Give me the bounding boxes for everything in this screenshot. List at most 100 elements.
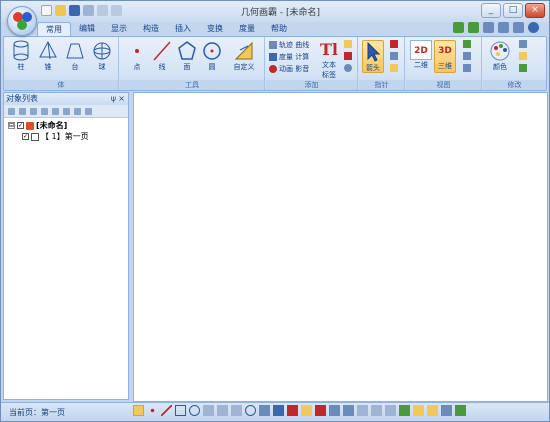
add-page-icon[interactable] <box>453 22 464 33</box>
line-icon[interactable] <box>161 405 172 416</box>
pointer-extra-3[interactable] <box>390 64 398 72</box>
add-item-icon[interactable] <box>52 107 59 115</box>
minimize-button[interactable]: _ <box>481 3 501 18</box>
axis-icon[interactable] <box>385 405 396 416</box>
delete-item-icon[interactable] <box>85 107 92 115</box>
refresh-icon[interactable] <box>399 405 410 416</box>
collapse-all-icon[interactable] <box>19 107 26 115</box>
view-extra-1[interactable] <box>463 40 471 48</box>
modify-extra-1[interactable] <box>519 40 527 48</box>
add-extra-3[interactable] <box>344 64 352 72</box>
pen-icon[interactable] <box>357 405 368 416</box>
view-extra-2[interactable] <box>463 52 471 60</box>
frustum-icon[interactable] <box>231 405 242 416</box>
tab-construct[interactable]: 构造 <box>135 22 167 36</box>
width-icon[interactable] <box>455 405 466 416</box>
collapse-icon[interactable]: ⊟ <box>8 122 15 129</box>
text-tool-icon[interactable] <box>287 405 298 416</box>
circle-icon[interactable] <box>189 405 200 416</box>
cylinder-icon[interactable] <box>217 405 228 416</box>
tab-common[interactable]: 常用 <box>37 22 71 36</box>
zoom-icon[interactable] <box>343 405 354 416</box>
pointer-extra-2[interactable] <box>390 52 398 60</box>
new-icon[interactable] <box>41 5 52 16</box>
delete-page-icon[interactable] <box>468 22 479 33</box>
view-extra-3[interactable] <box>463 64 471 72</box>
modify-extra-2[interactable] <box>519 52 527 60</box>
link-icon[interactable] <box>315 405 326 416</box>
polygon-button[interactable]: 面 <box>176 40 198 72</box>
options-icon[interactable] <box>513 22 524 33</box>
rotate-icon[interactable] <box>329 405 340 416</box>
tab-transform[interactable]: 变换 <box>199 22 231 36</box>
object-list-panel: 对象列表 ψ × ⊟ ✓ [未命名] ✓ 【 1】第一页 <box>3 92 129 400</box>
palette-icon[interactable] <box>413 405 424 416</box>
visibility-checkbox[interactable]: ✓ <box>17 122 24 129</box>
grid-icon[interactable] <box>371 405 382 416</box>
panel-close-button[interactable]: × <box>118 93 125 105</box>
print-icon[interactable] <box>83 5 94 16</box>
custom-tool-button[interactable]: 自定义 <box>230 40 258 72</box>
application-menu-button[interactable] <box>7 6 37 36</box>
point-icon <box>135 49 139 53</box>
tab-display[interactable]: 显示 <box>103 22 135 36</box>
save-icon[interactable] <box>69 5 80 16</box>
sphere-button[interactable]: 球 <box>91 40 113 72</box>
tree-node-document[interactable]: ⊟ ✓ [未命名] <box>8 120 124 131</box>
open-icon[interactable] <box>55 5 66 16</box>
pin-button[interactable]: ψ <box>111 93 116 105</box>
pentagon-icon[interactable] <box>175 405 186 416</box>
line-button[interactable]: 线 <box>151 40 173 72</box>
arrow-icon[interactable] <box>133 405 144 416</box>
measure-calc-button[interactable]: 度量 计算 <box>269 52 309 62</box>
pointer-extra-1[interactable] <box>390 40 398 48</box>
cone-icon[interactable] <box>203 405 214 416</box>
table-icon[interactable] <box>301 405 312 416</box>
close-button[interactable]: × <box>525 3 545 18</box>
object-tree: ⊟ ✓ [未命名] ✓ 【 1】第一页 <box>4 118 128 144</box>
view-3d-button[interactable]: 3D 三维 <box>434 40 456 73</box>
color-button[interactable]: 颜色 <box>487 40 513 72</box>
text-label-button[interactable]: Tl 文本 标签 <box>318 40 340 80</box>
style-icon[interactable] <box>441 405 452 416</box>
tab-edit[interactable]: 编辑 <box>71 22 103 36</box>
redo-icon[interactable] <box>111 5 122 16</box>
window-icon[interactable] <box>498 22 509 33</box>
tree-node-page[interactable]: ✓ 【 1】第一页 <box>8 131 124 142</box>
visibility-checkbox[interactable]: ✓ <box>22 133 29 140</box>
layout-icon[interactable] <box>483 22 494 33</box>
tab-help[interactable]: 帮助 <box>263 22 295 36</box>
cylinder-button[interactable]: 柱 <box>10 40 32 72</box>
add-extra-1[interactable] <box>344 40 352 48</box>
maximize-button[interactable]: □ <box>503 3 523 18</box>
group-label-tools: 工具 <box>120 80 264 90</box>
view-2d-button[interactable]: 2D 二维 <box>410 40 432 70</box>
locus-icon[interactable] <box>259 405 270 416</box>
add-extra-2[interactable] <box>344 52 352 60</box>
point-icon[interactable] <box>147 405 158 416</box>
brush-icon[interactable] <box>427 405 438 416</box>
move-left-icon[interactable] <box>63 107 70 115</box>
frustum-button[interactable]: 台 <box>64 40 86 72</box>
circle-icon <box>203 42 221 60</box>
help-icon[interactable] <box>528 22 539 33</box>
undo-icon[interactable] <box>97 5 108 16</box>
sphere-icon[interactable] <box>245 405 256 416</box>
move-right-icon[interactable] <box>74 107 81 115</box>
move-down-icon[interactable] <box>41 107 48 115</box>
bottom-toolbar <box>133 405 466 416</box>
move-up-icon[interactable] <box>30 107 37 115</box>
arrow-pointer-button[interactable]: 箭头 <box>362 40 384 73</box>
tab-insert[interactable]: 插入 <box>167 22 199 36</box>
panel-title: 对象列表 <box>6 94 38 103</box>
circle-button[interactable]: 圆 <box>201 40 223 72</box>
point-button[interactable]: 点 <box>126 40 148 72</box>
animation-media-button[interactable]: 动画 影音 <box>269 64 309 74</box>
tab-measure[interactable]: 度量 <box>231 22 263 36</box>
expand-all-icon[interactable] <box>8 107 15 115</box>
measure-icon[interactable] <box>273 405 284 416</box>
cone-button[interactable]: 锥 <box>37 40 59 72</box>
locus-curve-button[interactable]: 轨迹 曲线 <box>269 40 309 50</box>
modify-extra-3[interactable] <box>519 64 527 72</box>
drawing-canvas[interactable] <box>133 92 548 402</box>
